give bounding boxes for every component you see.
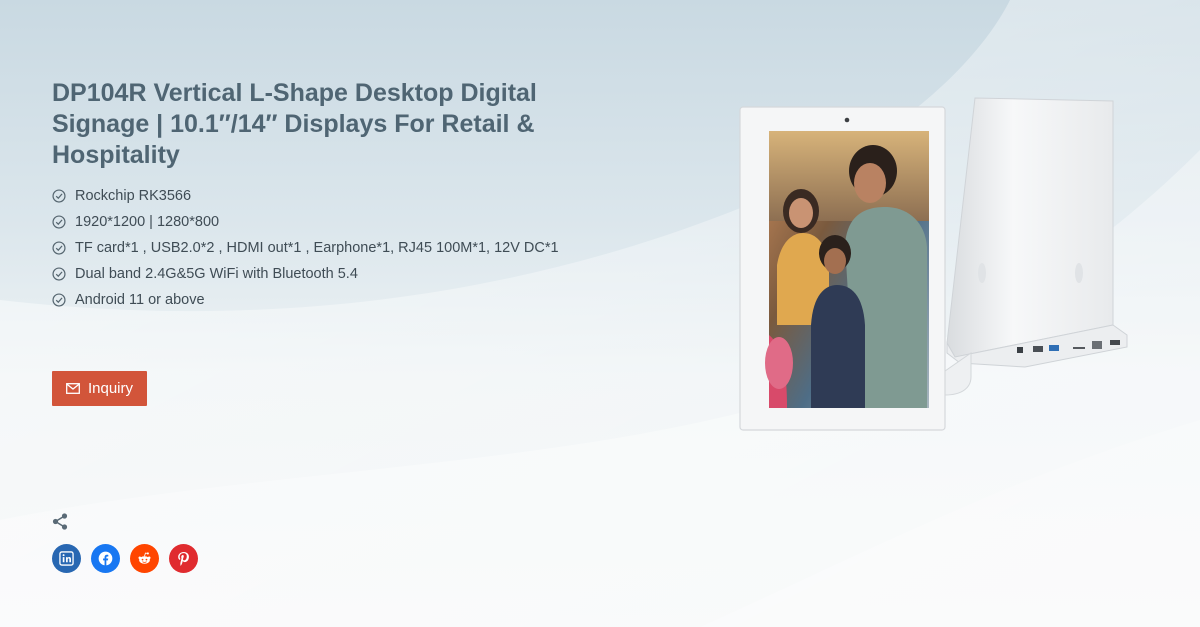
pinterest-icon — [178, 551, 189, 566]
linkedin-share-button[interactable] — [52, 544, 81, 573]
share-icon[interactable] — [52, 513, 68, 530]
feature-item: Rockchip RK3566 — [52, 183, 559, 209]
feature-item: Dual band 2.4G&5G WiFi with Bluetooth 5.… — [52, 261, 559, 287]
feature-text: 1920*1200 | 1280*800 — [75, 214, 220, 230]
check-circle-icon — [52, 215, 66, 229]
linkedin-icon — [59, 551, 74, 566]
reddit-icon — [138, 552, 151, 564]
check-circle-icon — [52, 189, 66, 203]
feature-list: Rockchip RK3566 1920*1200 | 1280*800 TF … — [52, 183, 559, 313]
feature-item: Android 11 or above — [52, 287, 559, 313]
product-image — [739, 97, 1128, 431]
social-share-list — [52, 544, 198, 573]
feature-text: TF card*1 , USB2.0*2 , HDMI out*1 , Earp… — [75, 240, 559, 256]
facebook-share-button[interactable] — [91, 544, 120, 573]
feature-item: TF card*1 , USB2.0*2 , HDMI out*1 , Earp… — [52, 235, 559, 261]
inquiry-label: Inquiry — [87, 380, 134, 397]
feature-text: Rockchip RK3566 — [75, 188, 192, 204]
product-title: DP104R Vertical L-Shape Desktop Digital … — [52, 79, 537, 169]
mail-icon — [66, 383, 80, 394]
check-circle-icon — [52, 267, 66, 281]
feature-text: Android 11 or above — [75, 292, 205, 308]
feature-item: 1920*1200 | 1280*800 — [52, 209, 559, 235]
reddit-share-button[interactable] — [130, 544, 159, 573]
pinterest-share-button[interactable] — [169, 544, 198, 573]
check-circle-icon — [52, 241, 66, 255]
check-circle-icon — [52, 293, 66, 307]
feature-text: Dual band 2.4G&5G WiFi with Bluetooth 5.… — [75, 266, 358, 282]
inquiry-button[interactable]: Inquiry — [52, 371, 147, 406]
facebook-icon — [98, 551, 113, 566]
